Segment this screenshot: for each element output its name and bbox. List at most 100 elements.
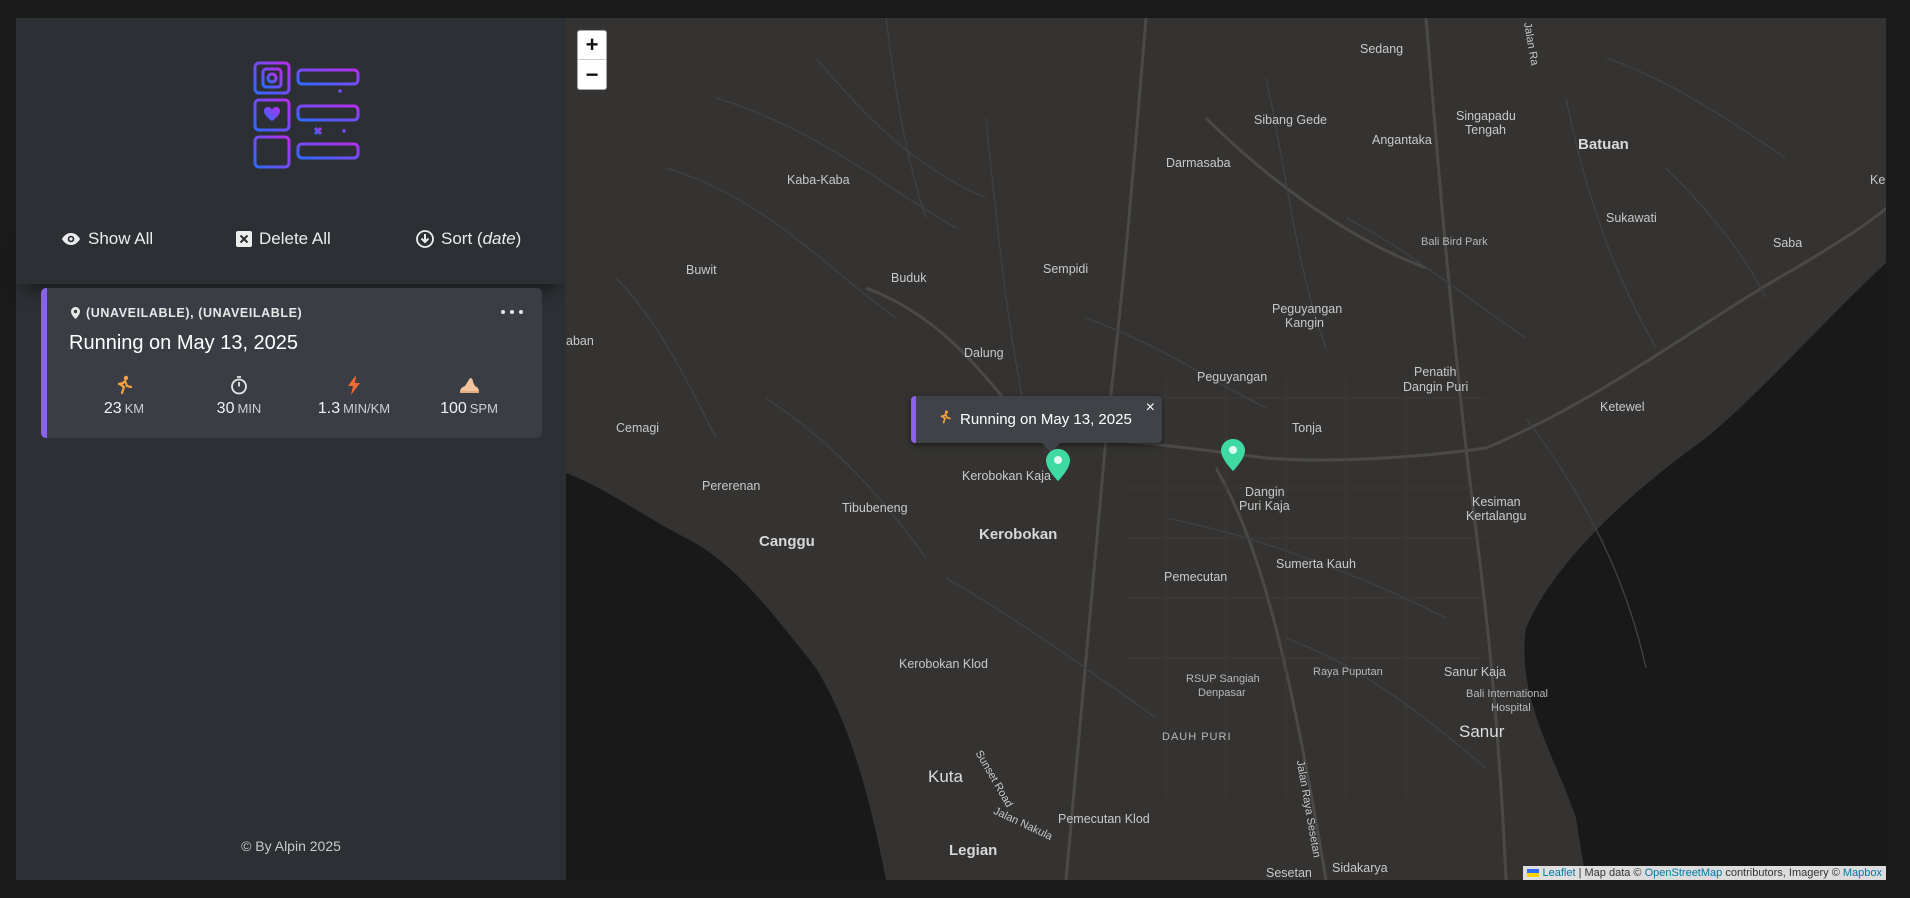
zoom-out-button[interactable]: −: [578, 60, 606, 89]
map-label-dangin-1: Dangin: [1245, 485, 1285, 499]
sort-field: date: [482, 229, 516, 248]
stat-duration-value: 30: [216, 400, 235, 417]
map-label-rsup-1: RSUP Sangiah: [1186, 673, 1260, 685]
map-label-bali-bird-park: Bali Bird Park: [1421, 236, 1488, 248]
map-label-buwit: Buwit: [686, 263, 717, 277]
sidebar: Show All Delete All Sort (date) (UNAVEIL…: [16, 18, 566, 880]
map-label-rsup-2: Denpasar: [1198, 687, 1246, 699]
map-attribution: Leaflet | Map data © OpenStreetMap contr…: [1523, 866, 1886, 880]
map-label-sesetan: Sesetan: [1266, 866, 1312, 880]
map-label-kaba-kaba: Kaba-Kaba: [787, 173, 850, 187]
map-label-dalung: Dalung: [964, 346, 1004, 360]
map-label-kesiman-2: Kertalangu: [1466, 509, 1527, 523]
map-label-kerobokan: Kerobokan: [979, 526, 1058, 543]
show-all-label: Show All: [88, 229, 154, 248]
workout-location: (UNAVEILABLE), (UNAVEILABLE): [71, 306, 302, 320]
map-label-sibang-gede: Sibang Gede: [1254, 113, 1327, 127]
stat-distance-unit: KM: [124, 401, 145, 416]
controls-bar: Show All Delete All Sort (date): [16, 224, 566, 284]
map-label-sempidi: Sempidi: [1043, 262, 1089, 276]
map-label-penatih-2: Dangin Puri: [1403, 380, 1469, 394]
app-root: Show All Delete All Sort (date) (UNAVEIL…: [16, 18, 1886, 880]
stat-pace: 1.3 MIN/KM: [299, 374, 409, 418]
map-label-dangin-2: Puri Kaja: [1239, 499, 1290, 513]
show-all-button[interactable]: Show All: [61, 224, 153, 254]
workout-popup[interactable]: Running on May 13, 2025 ×: [911, 396, 1162, 453]
map-label-penatih-1: Penatih: [1414, 365, 1457, 379]
footer-copyright: © By Alpin 2025: [241, 838, 341, 854]
stat-distance: 23 KM: [69, 374, 179, 418]
map-label-buduk: Buduk: [891, 271, 927, 285]
sort-prefix: Sort (: [441, 229, 483, 248]
map-label-pererenan: Pererenan: [702, 479, 761, 493]
map-pin-icon: [71, 307, 80, 319]
popup-title: Running on May 13, 2025: [960, 410, 1132, 428]
map-label-bali-intl-2: Hospital: [1491, 702, 1531, 714]
map-label-dauh-puri: DAUH PURI: [1162, 731, 1232, 743]
eye-icon: [62, 233, 80, 245]
map-label-sedang: Sedang: [1360, 42, 1404, 56]
map-marker-icon[interactable]: [1221, 439, 1245, 471]
workout-stats: 23 KM 30 MIN 1.3 MIN/KM 100 SPM: [69, 374, 529, 418]
map-label-sanur-kaja: Sanur Kaja: [1444, 665, 1506, 679]
osm-link[interactable]: OpenStreetMap: [1645, 867, 1723, 879]
stat-duration: 30 MIN: [184, 374, 294, 418]
map-label-peguyangan: Peguyangan: [1197, 370, 1268, 384]
map-label-kesiman-1: Kesiman: [1472, 495, 1521, 509]
workout-card[interactable]: (UNAVEILABLE), (UNAVEILABLE) Running on …: [41, 288, 542, 438]
map-label-batuan: Batuan: [1578, 136, 1629, 153]
sort-suffix: ): [515, 229, 522, 248]
map-label-peguyangan-kangin-1: Peguyangan: [1272, 302, 1343, 316]
stat-cadence-value: 100: [440, 400, 467, 417]
stat-duration-unit: MIN: [237, 401, 262, 416]
workout-location-text: (UNAVEILABLE), (UNAVEILABLE): [86, 306, 303, 320]
map-label-raya-puputan: Raya Puputan: [1313, 666, 1383, 678]
map-label-kerobokan-klod: Kerobokan Klod: [899, 657, 988, 671]
map[interactable]: + − Sedang Jalan Ra Sibang Gede Singapad…: [566, 18, 1886, 880]
map-marker-icon[interactable]: [1046, 449, 1070, 481]
x-square-icon: [236, 231, 252, 247]
app-logo-icon: [253, 61, 360, 169]
zoom-control: + −: [577, 30, 607, 90]
stat-pace-value: 1.3: [317, 400, 341, 417]
stat-distance-value: 23: [103, 400, 122, 417]
map-label-ketewel: Ketewel: [1600, 400, 1645, 414]
map-label-canggu: Canggu: [759, 533, 815, 550]
map-label-pemecutan-klod: Pemecutan Klod: [1058, 812, 1150, 826]
map-label-sidakarya: Sidakarya: [1332, 861, 1388, 875]
map-label-sumerta-kauh: Sumerta Kauh: [1276, 557, 1356, 571]
map-label-peguyangan-kangin-2: Kangin: [1285, 316, 1324, 330]
lightning-icon: [299, 374, 409, 396]
stat-cadence-unit: SPM: [469, 401, 498, 416]
mapbox-link[interactable]: Mapbox: [1843, 867, 1882, 879]
running-icon: [69, 374, 179, 396]
map-label-pemecutan: Pemecutan: [1164, 570, 1228, 584]
leaflet-link[interactable]: Leaflet: [1543, 867, 1576, 879]
map-label-bali-intl-1: Bali International: [1466, 688, 1548, 700]
map-label-tengah: Tengah: [1465, 123, 1507, 137]
stopwatch-icon: [184, 374, 294, 396]
map-label-legian: Legian: [949, 842, 998, 859]
delete-all-button[interactable]: Delete All: [236, 224, 331, 254]
map-label-sanur: Sanur: [1459, 722, 1505, 741]
map-label-cemagi: Cemagi: [616, 421, 660, 435]
map-label-sukawati: Sukawati: [1606, 211, 1657, 225]
map-label-tibubeneng: Tibubeneng: [842, 501, 908, 515]
stat-pace-unit: MIN/KM: [343, 401, 391, 416]
popup-close-button[interactable]: ×: [1146, 399, 1155, 417]
attribution-map-data: | Map data ©: [1575, 867, 1645, 879]
map-label-aban: aban: [566, 334, 594, 348]
sort-button[interactable]: Sort (date): [416, 224, 521, 254]
stat-cadence: 100 SPM: [414, 374, 524, 418]
map-label-kuta: Kuta: [928, 767, 963, 786]
map-label-tonja: Tonja: [1292, 421, 1322, 435]
map-label-ke: Ke: [1870, 173, 1886, 187]
popup-content: Running on May 13, 2025: [938, 410, 1132, 428]
zoom-in-button[interactable]: +: [578, 31, 606, 60]
foot-icon: [414, 374, 524, 396]
map-label-darmasaba: Darmasaba: [1166, 156, 1231, 170]
workout-title: Running on May 13, 2025: [69, 332, 299, 354]
more-options-icon[interactable]: [501, 305, 523, 319]
running-icon: [938, 410, 952, 428]
map-label-angantaka: Angantaka: [1372, 133, 1432, 147]
